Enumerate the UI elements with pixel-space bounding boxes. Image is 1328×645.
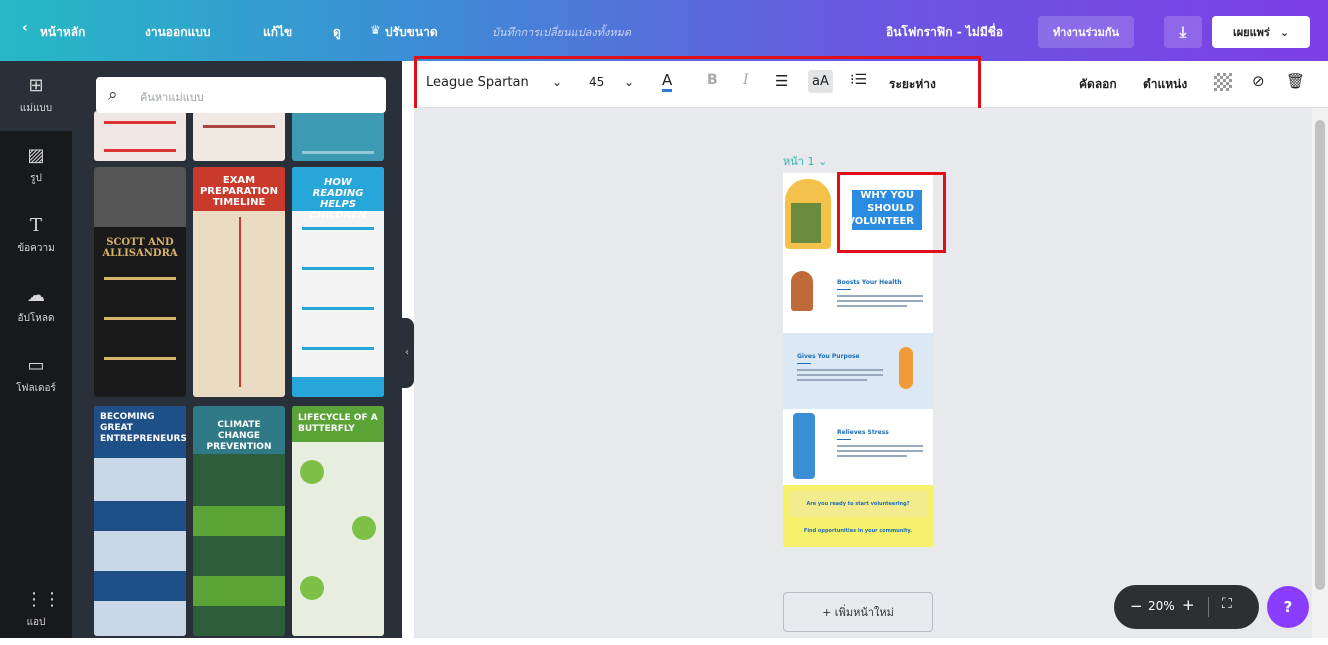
template-thumb[interactable]: LIFECYCLE OF A BUTTERFLY bbox=[292, 406, 384, 636]
menu-design[interactable]: งานออกแบบ bbox=[145, 23, 210, 42]
rail-label: ข้อความ bbox=[17, 243, 55, 254]
copy-button[interactable]: คัดลอก bbox=[1079, 75, 1117, 94]
rail-label: รูป bbox=[30, 173, 42, 184]
template-thumb[interactable] bbox=[292, 111, 384, 161]
footer-answer: Find opportunities in your community. bbox=[803, 528, 913, 534]
rail-photos[interactable]: ▨ รูป bbox=[0, 131, 72, 201]
template-title: LIFECYCLE OF A BUTTERFLY bbox=[298, 413, 378, 434]
zoom-control: − 20% + ⛶ bbox=[1114, 585, 1259, 629]
menu-resize[interactable]: ปรับขนาด bbox=[385, 23, 438, 42]
template-thumb[interactable]: HOW READING HELPS CHILDREN bbox=[292, 167, 384, 397]
person-illustration bbox=[899, 347, 913, 389]
rail-templates[interactable]: ⊞ แม่แบบ bbox=[0, 61, 72, 131]
person-illustration bbox=[793, 413, 815, 479]
menu-view[interactable]: ดู bbox=[333, 23, 341, 42]
volunteer-illustration bbox=[791, 203, 821, 243]
template-thumb[interactable] bbox=[193, 111, 285, 161]
rail-text[interactable]: T ข้อความ bbox=[0, 201, 72, 271]
scrollbar-thumb[interactable] bbox=[1315, 120, 1325, 590]
zoom-level[interactable]: 20% bbox=[1148, 599, 1175, 613]
section-health: Boosts Your Health bbox=[783, 257, 933, 333]
footer-question: Are you ready to start volunteering? bbox=[806, 501, 910, 507]
search-input[interactable]: ค้นหาแม่แบบ bbox=[140, 88, 204, 106]
document-title[interactable]: อินโฟกราฟิก - ไม่มีชื่อ bbox=[886, 23, 1003, 42]
collapse-panel-handle[interactable]: ‹ bbox=[400, 318, 414, 388]
selection-highlight-box bbox=[837, 172, 946, 253]
link-icon[interactable]: ⊘ bbox=[1252, 72, 1265, 90]
rail-label: แม่แบบ bbox=[19, 103, 53, 114]
top-bar: ‹ หน้าหลัก งานออกแบบ แก้ไข ดู ♛ ปรับขนาด… bbox=[0, 0, 1328, 61]
section-purpose: Gives You Purpose bbox=[783, 333, 933, 409]
search-icon: ⌕ bbox=[108, 85, 118, 105]
rail-apps[interactable]: ⋮⋮ แอป bbox=[0, 575, 72, 645]
home-link[interactable]: หน้าหลัก bbox=[40, 23, 85, 42]
crown-icon: ♛ bbox=[370, 23, 381, 37]
toolbar-highlight-box bbox=[414, 56, 981, 114]
folder-icon: ▭ bbox=[27, 355, 45, 376]
person-illustration bbox=[791, 271, 813, 311]
cloud-upload-icon: ☁ bbox=[27, 285, 45, 306]
template-title: CLIMATE CHANGE PREVENTION bbox=[206, 420, 272, 452]
rail-label: อัปโหลด bbox=[17, 313, 55, 324]
add-page-button[interactable]: + เพิ่มหน้าใหม่ bbox=[783, 592, 933, 632]
rail-folders[interactable]: ▭ โฟลเดอร์ bbox=[0, 341, 72, 411]
chevron-left-icon[interactable]: ‹ bbox=[22, 20, 28, 36]
rail-label: แอป bbox=[26, 617, 46, 628]
footer-section: Are you ready to start volunteering? Fin… bbox=[783, 485, 933, 547]
zoom-divider bbox=[1208, 597, 1209, 617]
side-rail: ⊞ แม่แบบ ▨ รูป T ข้อความ ☁ อัปโหลด ▭ โฟล… bbox=[0, 61, 72, 638]
rail-uploads[interactable]: ☁ อัปโหลด bbox=[0, 271, 72, 341]
help-button[interactable]: ? bbox=[1267, 586, 1309, 628]
section-heading: Boosts Your Health bbox=[837, 279, 902, 286]
section-stress: Relieves Stress bbox=[783, 409, 933, 485]
trash-icon[interactable]: 🗑 bbox=[1286, 72, 1305, 90]
save-status: บันทึกการเปลี่ยนแปลงทั้งหมด bbox=[492, 26, 632, 39]
template-title: SCOTT AND ALLISANDRA bbox=[102, 237, 178, 259]
chevron-down-icon: ⌄ bbox=[817, 155, 828, 168]
position-button[interactable]: ตำแหน่ง bbox=[1143, 75, 1187, 94]
publish-label: เผยแพร่ bbox=[1232, 26, 1270, 39]
template-thumb[interactable]: SCOTT AND ALLISANDRA bbox=[94, 167, 186, 397]
template-thumb[interactable]: BECOMING GREAT ENTREPRENEURS bbox=[94, 406, 186, 636]
fullscreen-icon[interactable]: ⛶ bbox=[1222, 596, 1232, 612]
collaborate-button[interactable]: ทำงานร่วมกัน bbox=[1038, 16, 1134, 48]
template-thumb[interactable] bbox=[94, 111, 186, 161]
download-icon[interactable]: ⤓ bbox=[1164, 16, 1202, 48]
transparency-icon[interactable] bbox=[1214, 73, 1232, 91]
rail-label: โฟลเดอร์ bbox=[16, 383, 56, 394]
template-title: BECOMING GREAT ENTREPRENEURS bbox=[100, 412, 186, 444]
section-heading: Gives You Purpose bbox=[797, 353, 860, 360]
zoom-out-button[interactable]: − bbox=[1130, 597, 1143, 615]
layout-icon: ⊞ bbox=[28, 75, 44, 96]
grid-icon: ⋮⋮ bbox=[25, 589, 61, 610]
text-icon: T bbox=[29, 215, 42, 236]
page-label-text: หน้า 1 bbox=[783, 155, 815, 168]
chevron-down-icon: ⌄ bbox=[1279, 25, 1290, 39]
section-heading: Relieves Stress bbox=[837, 429, 889, 436]
template-search[interactable]: ⌕ ค้นหาแม่แบบ bbox=[96, 77, 386, 113]
page-label[interactable]: หน้า 1 ⌄ bbox=[783, 152, 827, 170]
menu-edit[interactable]: แก้ไข bbox=[263, 23, 292, 42]
zoom-in-button[interactable]: + bbox=[1182, 596, 1195, 614]
template-panel: SCOTT AND ALLISANDRA EXAM PREPARATION TI… bbox=[72, 61, 402, 638]
template-title: EXAM PREPARATION TIMELINE bbox=[199, 175, 279, 208]
image-icon: ▨ bbox=[27, 145, 45, 166]
template-thumb[interactable]: EXAM PREPARATION TIMELINE bbox=[193, 167, 285, 397]
publish-button[interactable]: เผยแพร่ ⌄ bbox=[1212, 16, 1310, 48]
template-title: HOW READING HELPS CHILDREN bbox=[309, 177, 367, 221]
template-thumb[interactable]: CLIMATE CHANGE PREVENTION bbox=[193, 406, 285, 636]
